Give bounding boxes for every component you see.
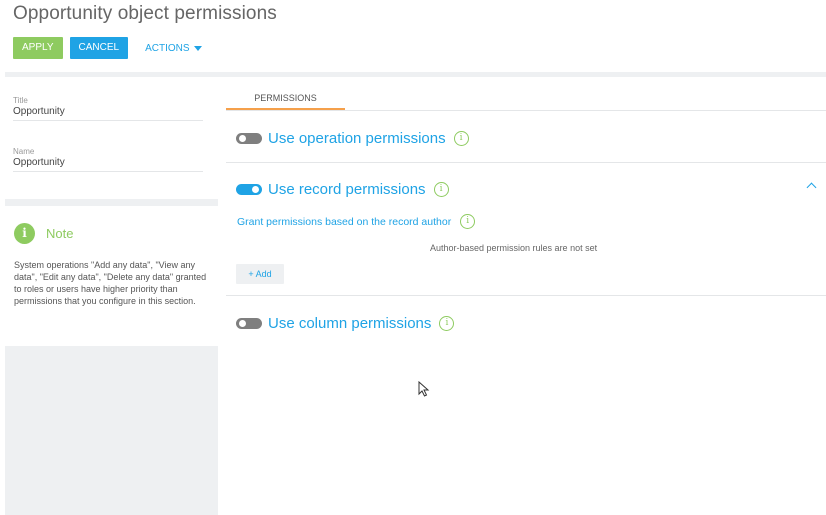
grant-author-row: Grant permissions based on the record au… (237, 214, 476, 229)
record-permissions-toggle[interactable] (236, 184, 262, 195)
mouse-cursor-icon (418, 381, 430, 397)
actions-menu[interactable]: ACTIONS (145, 42, 202, 54)
toggle-knob (239, 135, 246, 142)
title-field-label: Title (13, 96, 28, 105)
record-permissions-row: Use record permissions i (236, 181, 449, 198)
record-permissions-label: Use record permissions (268, 181, 426, 198)
toggle-knob (239, 320, 246, 327)
note-text: System operations "Add any data", "View … (14, 260, 207, 306)
section-divider (226, 295, 826, 296)
page-title: Opportunity object permissions (13, 3, 277, 24)
operation-permissions-row: Use operation permissions i (236, 130, 469, 147)
note-title: Note (46, 226, 74, 241)
plus-icon: + (248, 269, 254, 279)
empty-rules-message: Author-based permission rules are not se… (430, 243, 598, 253)
info-icon[interactable]: i (439, 316, 455, 331)
grant-author-label[interactable]: Grant permissions based on the record au… (237, 216, 451, 228)
info-icon[interactable]: i (453, 131, 469, 146)
name-field-value: Opportunity (13, 157, 65, 168)
info-icon[interactable]: i (460, 214, 476, 229)
title-field-value: Opportunity (13, 106, 65, 117)
tab-permissions-label: PERMISSIONS (254, 93, 317, 103)
section-divider (226, 162, 826, 163)
title-field[interactable]: Title Opportunity (13, 96, 203, 121)
apply-button[interactable]: APPLY (13, 37, 63, 59)
cancel-button[interactable]: CANCEL (69, 37, 129, 59)
name-field-label: Name (13, 147, 35, 156)
operation-permissions-label: Use operation permissions (268, 130, 446, 147)
chevron-up-icon[interactable] (806, 182, 817, 193)
toolbar: APPLY CANCEL ACTIONS (13, 37, 202, 59)
add-button[interactable]: + Add (236, 264, 284, 284)
operation-permissions-toggle[interactable] (236, 133, 262, 144)
tab-permissions[interactable]: PERMISSIONS (226, 89, 345, 110)
note-header: i Note (14, 223, 73, 244)
name-field[interactable]: Name Opportunity (13, 147, 203, 172)
actions-label: ACTIONS (145, 42, 190, 54)
column-permissions-toggle[interactable] (236, 318, 262, 329)
note-panel: i Note System operations "Add any data",… (5, 206, 218, 346)
info-icon[interactable]: i (433, 182, 449, 197)
column-permissions-row: Use column permissions i (236, 315, 455, 332)
add-label: Add (255, 269, 272, 279)
column-permissions-label: Use column permissions (268, 315, 432, 332)
properties-panel: Title Opportunity Name Opportunity (5, 77, 218, 199)
caret-down-icon (193, 45, 202, 51)
tabs-divider (226, 110, 826, 111)
info-icon: i (14, 223, 35, 244)
toggle-knob (252, 186, 259, 193)
